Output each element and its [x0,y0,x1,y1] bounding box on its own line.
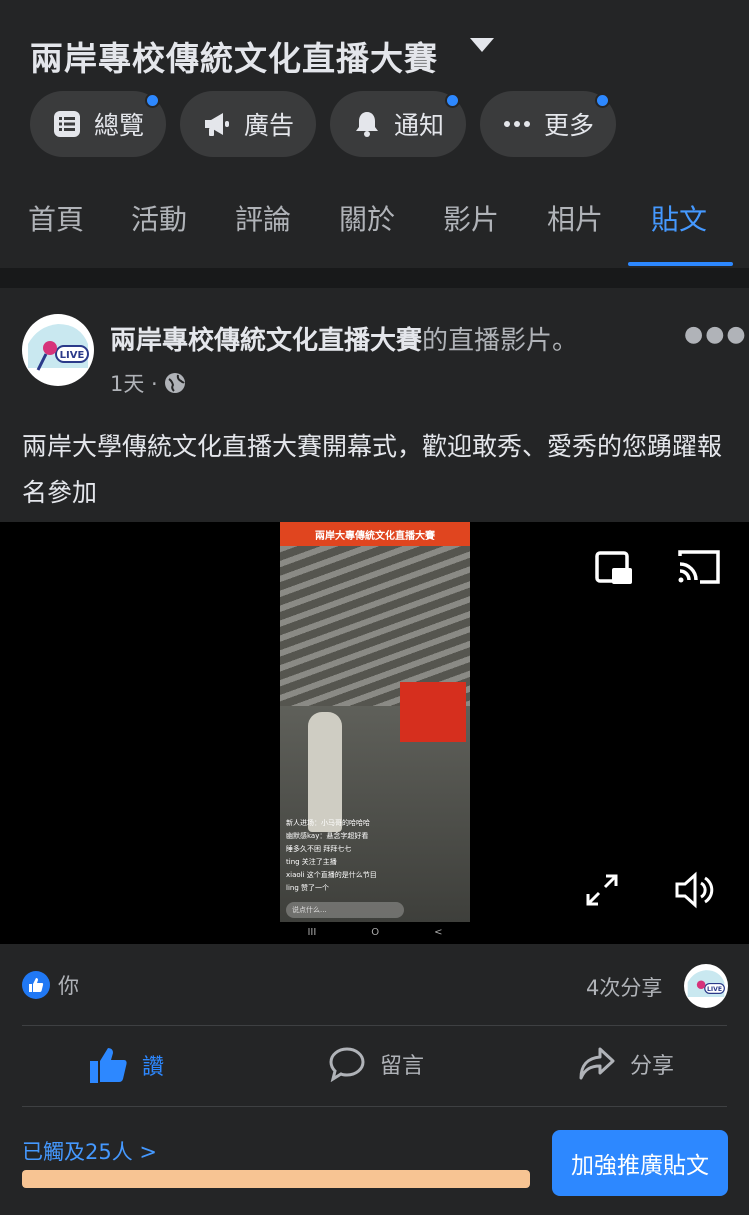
comment-icon [329,1047,365,1082]
globe-icon [164,373,185,393]
share-button[interactable]: 分享 [578,1046,674,1082]
notification-dot [595,93,610,108]
volume-icon[interactable] [674,870,714,914]
share-label: 分享 [630,1054,675,1079]
notifications-label: 通知 [394,111,445,140]
share-avatar-live-text: LIVE [707,986,722,993]
fullscreen-icon[interactable] [586,874,618,910]
video-stage-screen [400,682,466,742]
notification-dot [145,93,160,108]
chevron-down-icon[interactable] [470,38,494,52]
avatar[interactable]: LIVE [22,314,94,386]
video-chat-line: ting 关注了主播 [286,858,337,866]
post-author[interactable]: 兩岸專校傳統文化直播大賽的直播影片。 [110,320,578,357]
more-icon [502,109,532,139]
video-chat-line: 新人进场：小马哥的哈哈哈 [286,819,370,827]
video-chat-line: 睡多久不困 拜拜七七 [286,845,352,853]
tab-home[interactable]: 首頁 [28,198,84,238]
video-person [308,712,342,832]
cast-icon[interactable] [676,548,722,590]
reactions-summary[interactable]: 你 [22,970,79,1000]
notifications-button[interactable]: 通知 [330,91,466,157]
post-text: 兩岸大學傳統文化直播大賽開幕式，歡迎敢秀、愛秀的您踴躍報名參加 [22,432,723,507]
tab-photos[interactable]: 相片 [547,198,603,238]
overview-button[interactable]: 總覽 [30,91,166,157]
list-icon [52,109,82,139]
nav-back-icon: < [434,926,443,938]
tab-reviews[interactable]: 評論 [235,198,291,238]
like-reaction-icon [22,971,50,999]
video-banner: 兩岸大專傳統文化直播大賽 [280,522,470,546]
bell-icon [352,109,382,139]
video-comment-input: 说点什么... [286,902,404,918]
post-options-icon[interactable]: ●●● [684,322,748,347]
video-chat-line: xiaoli 这个直播的是什么节目 [286,871,377,879]
video-frame: 兩岸大專傳統文化直播大賽 新人进场：小马哥的哈哈哈 幽默感kay：悬念字超好看 … [280,522,470,922]
divider [22,1106,727,1107]
ads-label: 廣告 [244,111,295,140]
more-button[interactable]: 更多 [480,91,616,157]
share-count[interactable]: 4次分享 [586,972,662,1002]
video-phone-nav: III O < [280,922,470,942]
like-button[interactable]: 讚 [88,1046,164,1084]
post-author-name[interactable]: 兩岸專校傳統文化直播大賽 [110,326,422,356]
boost-post-button[interactable]: 加強推廣貼文 [552,1130,728,1196]
post-time-text: 1天 · [110,372,158,396]
ads-button[interactable]: 廣告 [180,91,316,157]
notification-dot [445,93,460,108]
post-author-suffix: 的直播影片。 [422,326,579,356]
megaphone-icon [202,109,232,139]
picture-in-picture-icon[interactable] [594,548,634,592]
avatar-live-text: LIVE [60,350,85,361]
overview-label: 總覽 [94,111,145,140]
video-chat-line: ling 赞了一个 [286,884,329,892]
section-separator [0,268,749,288]
share-avatar: LIVE [684,964,728,1008]
nav-recents-icon: III [307,926,317,938]
tab-about[interactable]: 關於 [339,198,395,238]
reach-progress-bar [22,1170,530,1188]
tab-posts[interactable]: 貼文 [651,198,707,238]
share-icon [579,1047,615,1080]
reach-link[interactable]: 已觸及25人 > [22,1136,157,1166]
page-title[interactable]: 兩岸專校傳統文化直播大賽 [30,32,438,80]
nav-home-icon: O [371,926,380,938]
tab-videos[interactable]: 影片 [443,198,499,238]
divider [22,1025,727,1026]
video-chat: 新人进场：小马哥的哈哈哈 幽默感kay：悬念字超好看 睡多久不困 拜拜七七 ti… [286,817,386,895]
tab-events[interactable]: 活動 [131,198,187,238]
thumbs-up-icon [90,1048,127,1083]
comment-button[interactable]: 留言 [328,1046,424,1082]
tab-active-indicator [628,262,733,266]
more-label: 更多 [544,111,595,140]
reactions-text: 你 [58,974,79,998]
post-timestamp: 1天 · [110,368,186,398]
video-chat-line: 幽默感kay：悬念字超好看 [286,832,369,840]
comment-label: 留言 [380,1054,425,1079]
like-label: 讚 [142,1055,165,1080]
